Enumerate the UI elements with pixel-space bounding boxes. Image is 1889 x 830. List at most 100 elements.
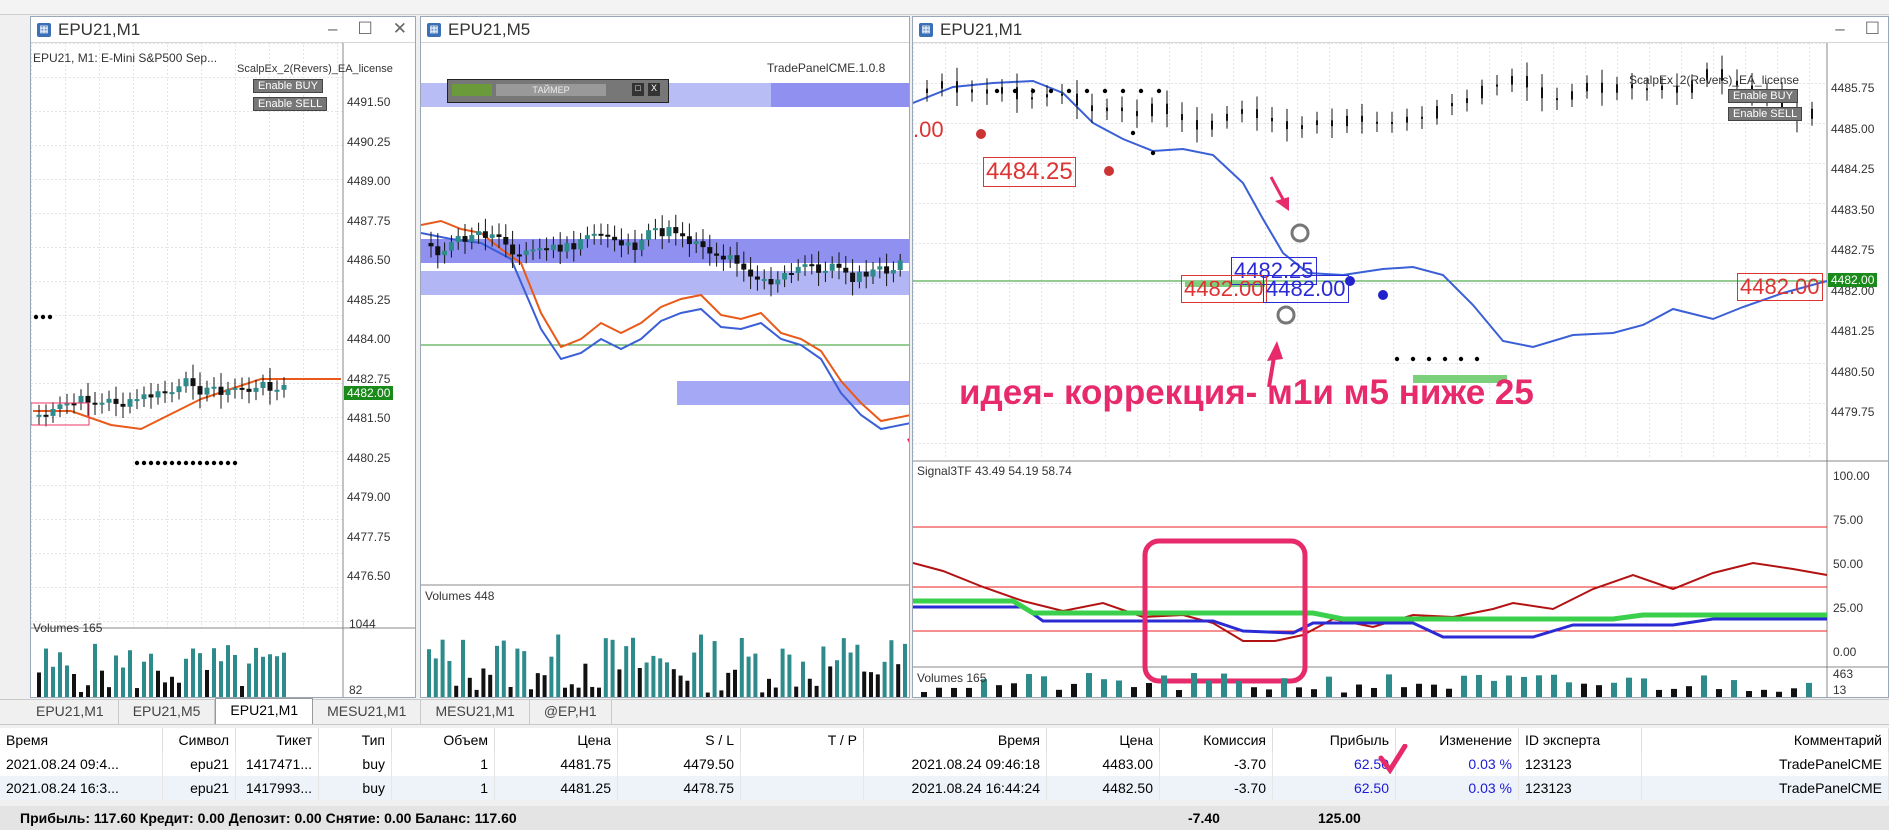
col-close-time[interactable]: Время bbox=[863, 728, 1047, 752]
price-tick: 4481.25 bbox=[1831, 324, 1875, 338]
col-sl[interactable]: S / L bbox=[617, 728, 741, 752]
chart-window-2[interactable]: ▦ EPU21,M5 ТАЙМЕР □ X TradePanelCME.1.0.… bbox=[420, 16, 910, 698]
window-title-bar[interactable]: ▦ EPU21,M5 bbox=[421, 17, 909, 43]
candle-body bbox=[530, 249, 536, 252]
maximize-icon[interactable]: ☐ bbox=[1865, 19, 1880, 39]
candle-body bbox=[523, 250, 529, 255]
timer-box-button[interactable]: □ bbox=[632, 83, 644, 96]
price-tick: 4490.25 bbox=[347, 134, 391, 149]
candle-body bbox=[141, 394, 147, 400]
minimize-icon[interactable]: – bbox=[328, 19, 337, 39]
candle-body bbox=[584, 235, 590, 240]
volume-bar bbox=[705, 692, 710, 697]
sar-dot bbox=[47, 314, 53, 320]
candle-body bbox=[489, 234, 495, 238]
volume-bar bbox=[651, 655, 656, 697]
sar-dot bbox=[1084, 88, 1090, 94]
candle-body bbox=[1616, 84, 1618, 93]
volume-bar bbox=[583, 663, 588, 697]
enable-buy-button[interactable]: Enable BUY bbox=[1728, 89, 1798, 103]
col-time[interactable]: Время bbox=[0, 728, 163, 752]
volume-bar bbox=[896, 664, 901, 697]
volume-bar bbox=[1356, 684, 1362, 697]
volume-bar bbox=[93, 643, 97, 697]
enable-sell-button[interactable]: Enable SELL bbox=[253, 97, 328, 111]
col-expert-id[interactable]: ID эксперта bbox=[1518, 728, 1642, 752]
col-tp[interactable]: T / P bbox=[740, 728, 864, 752]
candle-body bbox=[1196, 120, 1198, 130]
col-volume[interactable]: Объем bbox=[391, 728, 495, 752]
timer-close-button[interactable]: X bbox=[648, 83, 660, 96]
volume-bar bbox=[1101, 679, 1107, 697]
price-tick: 4476.50 bbox=[347, 569, 391, 583]
candle-body bbox=[748, 269, 754, 277]
sar-dot bbox=[162, 460, 168, 466]
tab-epu21-m1-active[interactable]: EPU21,M1 bbox=[215, 698, 314, 724]
candle-body bbox=[890, 270, 896, 274]
candle-body bbox=[1406, 116, 1408, 123]
minimize-icon[interactable]: – bbox=[1835, 19, 1844, 39]
enable-buy-button[interactable]: Enable BUY bbox=[253, 79, 323, 93]
sar-dot bbox=[197, 460, 203, 466]
tab-ep-h1[interactable]: @EP,H1 bbox=[530, 700, 612, 724]
volume-bar bbox=[767, 678, 771, 697]
volume-bar bbox=[114, 655, 118, 697]
chart-window-3[interactable]: ▦ EPU21,M1 – ☐ ScalpEx_2(Revers)_EA_lice… bbox=[912, 16, 1889, 698]
tab-mesu21-m1[interactable]: MESU21,M1 bbox=[313, 700, 422, 724]
candle-body bbox=[253, 387, 259, 392]
volume-bar bbox=[219, 661, 223, 697]
window-title-bar[interactable]: ▦ EPU21,M1 bbox=[913, 17, 1888, 43]
volume-bar bbox=[951, 687, 957, 697]
volume-bar bbox=[1191, 673, 1197, 697]
timer-panel[interactable]: ТАЙМЕР □ X bbox=[447, 79, 669, 103]
col-price[interactable]: Цена bbox=[494, 728, 618, 752]
candle-body bbox=[260, 381, 266, 388]
window-title: EPU21,M1 bbox=[58, 19, 141, 39]
chart-canvas-3[interactable] bbox=[913, 43, 1889, 698]
candle-body bbox=[120, 403, 126, 407]
candle-body bbox=[605, 234, 611, 237]
volume-bar bbox=[665, 662, 669, 697]
table-row[interactable]: 2021.08.24 16:3... epu21 1417993... buy … bbox=[0, 776, 1889, 800]
col-commission[interactable]: Комиссия bbox=[1159, 728, 1273, 752]
col-comment[interactable]: Комментарий bbox=[1641, 728, 1889, 752]
tab-mesu21-m1-2[interactable]: MESU21,M1 bbox=[421, 700, 530, 724]
candle-body bbox=[850, 272, 856, 283]
col-ticket[interactable]: Тикет bbox=[235, 728, 319, 752]
col-change[interactable]: Изменение bbox=[1395, 728, 1519, 752]
volume-bar bbox=[212, 648, 216, 697]
candle-body bbox=[557, 244, 563, 252]
col-symbol[interactable]: Символ bbox=[162, 728, 236, 752]
tab-epu21-m1[interactable]: EPU21,M1 bbox=[22, 700, 119, 724]
candle-body bbox=[843, 267, 849, 273]
volume-bar bbox=[100, 670, 104, 697]
col-close-price[interactable]: Цена bbox=[1046, 728, 1160, 752]
col-type[interactable]: Тип bbox=[318, 728, 392, 752]
volume-bar bbox=[454, 685, 459, 697]
footer-commission: -7.40 bbox=[1188, 810, 1220, 826]
candle-body bbox=[700, 241, 706, 248]
volume-bar bbox=[807, 678, 812, 697]
candle-body bbox=[941, 81, 943, 89]
table-row[interactable]: 2021.08.24 09:4... epu21 1417471... buy … bbox=[0, 752, 1889, 776]
sar-dot bbox=[225, 460, 231, 466]
chart-window-1[interactable]: ▦ EPU21,M1 – ☐ ✕ EPU21, M1: E-Mini S&P500 … bbox=[30, 16, 416, 698]
current-price-label: 4482.00 bbox=[344, 386, 394, 400]
enable-sell-button[interactable]: Enable SELL bbox=[1728, 107, 1803, 121]
volume-bar bbox=[719, 690, 724, 697]
volume-bar bbox=[996, 685, 1002, 697]
volume-bar bbox=[1446, 688, 1452, 697]
sar-dot bbox=[1066, 88, 1072, 94]
volume-bar bbox=[1011, 683, 1017, 697]
volume-bar bbox=[576, 687, 581, 697]
close-icon[interactable]: ✕ bbox=[393, 19, 407, 39]
volume-bar bbox=[889, 640, 894, 697]
volume-bar bbox=[1386, 674, 1392, 697]
volume-bar bbox=[692, 652, 697, 697]
maximize-icon[interactable]: ☐ bbox=[358, 19, 373, 39]
candle-body bbox=[197, 386, 203, 395]
tab-epu21-m5[interactable]: EPU21,M5 bbox=[119, 700, 216, 724]
candle-body bbox=[1256, 109, 1258, 119]
volume-bar bbox=[1341, 692, 1347, 697]
volume-bar bbox=[198, 653, 202, 697]
